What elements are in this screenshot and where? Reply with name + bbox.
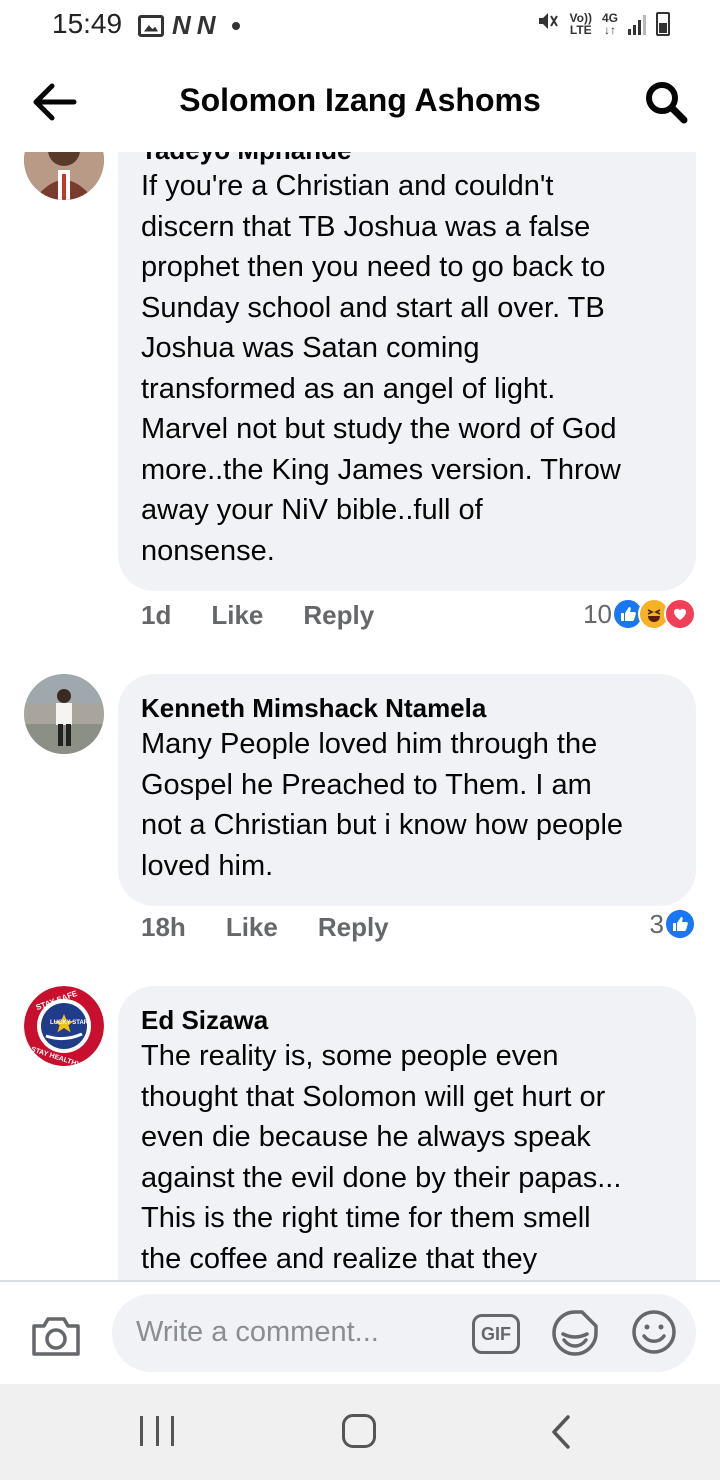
data-arrows-icon: ↓↑ [603,23,616,37]
comment-placeholder: Write a comment... [136,1316,379,1348]
battery-icon [656,12,670,36]
reaction-count: 10 [583,598,612,629]
comment-author[interactable]: Tadeyo Mphande [141,152,672,166]
system-nav-bar [0,1384,720,1480]
like-reaction-icon [664,908,696,940]
comment-time: 18h [141,912,186,942]
comment-input[interactable]: Write a comment... GIF [112,1294,696,1372]
avatar[interactable] [24,152,104,200]
comment-text: The reality is, some people even thought… [141,1040,622,1275]
like-button[interactable]: Like [211,600,263,631]
comment-time: 1d [141,600,172,630]
recent-apps-icon[interactable] [140,1416,174,1450]
sticker-icon[interactable] [550,1308,600,1358]
comment-author[interactable]: Kenneth Mimshack Ntamela [141,692,672,724]
mute-icon [536,9,560,39]
reaction-summary[interactable]: 10 [583,598,696,630]
lte-label: LTE [569,23,592,37]
comment-item: Tadeyo Mphande If you're a Christian and… [0,152,720,636]
gif-icon[interactable]: GIF [472,1314,520,1354]
gallery-icon [138,14,164,37]
app-header: Solomon Izang Ashoms [0,52,720,152]
notification-icons: N N [138,10,240,41]
comment-text: Many People loved him through the Gospel… [141,728,624,882]
facebook-comments-screen: 15:49 N N Vo)) LTE 4G ↓↑ Solomon Izang A… [0,0,720,1480]
comment-bubble[interactable]: Ed Sizawa The reality is, some people ev… [118,986,696,1280]
back-icon[interactable] [548,1414,574,1450]
comment-author[interactable]: Ed Sizawa [141,1004,672,1036]
reaction-count: 3 [649,908,664,939]
comment-bubble[interactable]: Tadeyo Mphande If you're a Christian and… [118,152,696,591]
status-time: 15:49 [52,8,123,39]
network-indicator: 4G ↓↑ [602,12,618,36]
dot-icon [231,21,240,30]
avatar[interactable]: STAY SAFE LUCKY STAR STAY HEALTHY [24,986,104,1066]
app-n-icon: N [196,10,216,40]
camera-icon[interactable] [30,1312,82,1358]
system-icons: Vo)) LTE 4G ↓↑ [536,9,670,39]
like-button[interactable]: Like [226,912,278,943]
volte-indicator: Vo)) LTE [570,12,592,36]
comment-actions: 18h Like Reply [141,912,389,943]
search-icon[interactable] [644,80,688,124]
comments-list[interactable]: Tadeyo Mphande If you're a Christian and… [0,152,720,1280]
comment-actions: 1d Like Reply [141,600,374,631]
page-title: Solomon Izang Ashoms [179,82,541,118]
status-bar: 15:49 N N Vo)) LTE 4G ↓↑ [0,0,720,52]
emoji-icon[interactable] [630,1308,678,1356]
comment-item: STAY SAFE LUCKY STAR STAY HEALTHY Ed Siz… [0,986,720,1280]
comment-text: If you're a Christian and couldn't disce… [141,170,621,567]
love-reaction-icon [664,598,696,630]
avatar[interactable] [24,674,104,754]
signal-icon [628,13,646,35]
app-n-icon: N [172,10,191,40]
avatar-logo-text: LUCKY STAR [50,1020,89,1026]
reply-button[interactable]: Reply [303,600,374,631]
comment-composer: Write a comment... GIF [0,1280,720,1384]
reaction-summary[interactable]: 3 [650,908,696,940]
home-icon[interactable] [342,1414,376,1448]
comment-bubble[interactable]: Kenneth Mimshack Ntamela Many People lov… [118,674,696,906]
reply-button[interactable]: Reply [318,912,389,943]
